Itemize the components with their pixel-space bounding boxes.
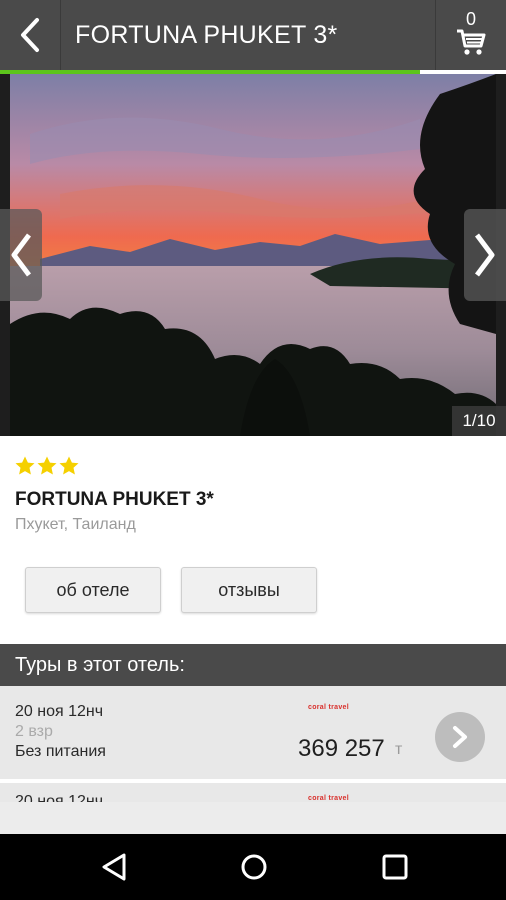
- list-bottom-area: [0, 802, 506, 834]
- shopping-cart-icon: [457, 29, 486, 55]
- back-arrow-icon: [21, 18, 39, 52]
- chevron-left-icon: [11, 233, 31, 277]
- hotel-name: FORTUNA PHUKET 3*: [15, 489, 214, 510]
- prev-photo-button[interactable]: [0, 209, 42, 301]
- tour-travellers: 2 взр: [15, 723, 53, 740]
- star-icon: [59, 456, 79, 475]
- system-navigation-bar: [0, 834, 506, 900]
- tour-date: 20 ноя 12нч: [15, 793, 104, 802]
- star-rating: [15, 456, 79, 475]
- chevron-right-circle-icon: [453, 726, 467, 748]
- tour-meal-plan: Без питания: [15, 743, 106, 760]
- tour-row[interactable]: 20 ноя 12нч coral travel: [0, 783, 506, 802]
- reviews-button[interactable]: отзывы: [181, 567, 317, 613]
- tour-price: 369 257: [298, 735, 385, 762]
- system-back-icon[interactable]: [100, 852, 128, 882]
- chevron-right-icon: [475, 233, 495, 277]
- tour-date: 20 ноя 12нч: [15, 703, 104, 720]
- hotel-location: Пхукет, Таиланд: [15, 516, 136, 533]
- photo-counter: 1/10: [452, 406, 506, 436]
- about-hotel-button[interactable]: об отеле: [25, 567, 161, 613]
- next-photo-button[interactable]: [464, 209, 506, 301]
- photo-gallery[interactable]: 1/10: [0, 74, 506, 436]
- tour-operator-logo: coral travel: [308, 704, 349, 711]
- system-home-icon[interactable]: [239, 852, 269, 882]
- tour-row[interactable]: 20 ноя 12нч 2 взр Без питания coral trav…: [0, 686, 506, 779]
- page-title: FORTUNA PHUKET 3*: [75, 21, 338, 49]
- system-recents-icon[interactable]: [381, 852, 409, 882]
- open-tour-button[interactable]: [435, 712, 485, 762]
- hotel-photo: [0, 74, 506, 436]
- app-bar: FORTUNA PHUKET 3* 0: [0, 0, 506, 70]
- tours-section-header: Туры в этот отель:: [0, 644, 506, 686]
- tour-price-currency: т: [395, 741, 403, 758]
- back-button[interactable]: [0, 0, 61, 70]
- cart-count-badge: 0: [465, 9, 476, 29]
- cart-button[interactable]: 0: [435, 0, 506, 70]
- star-icon: [37, 456, 57, 475]
- star-icon: [15, 456, 35, 475]
- tour-operator-logo: coral travel: [308, 795, 349, 802]
